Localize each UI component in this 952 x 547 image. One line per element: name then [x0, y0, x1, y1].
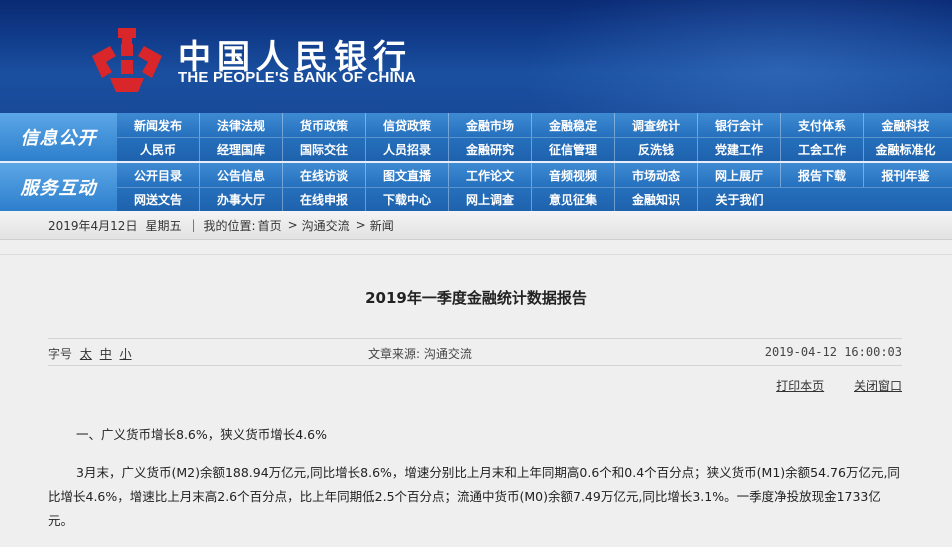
breadcrumb-separator: | [191, 218, 196, 232]
nav-item[interactable]: 公告信息 [200, 163, 283, 187]
nav-item[interactable]: 征信管理 [532, 138, 615, 161]
current-weekday: 星期五 [145, 218, 182, 233]
breadcrumb-news[interactable]: 新闻 [370, 217, 394, 234]
nav-item[interactable]: 经理国库 [200, 138, 283, 161]
nav-item[interactable]: 公开目录 [117, 163, 200, 187]
nav-item[interactable]: 金融研究 [449, 138, 532, 161]
article-tools: 打印本页 关闭窗口 [750, 377, 902, 394]
article-body: 一、广义货币增长8.6%，狭义货币增长4.6% 3月末，广义货币(M2)余额18… [48, 423, 904, 533]
nav-item[interactable]: 党建工作 [698, 138, 781, 161]
nav-item[interactable]: 报告下载 [781, 163, 864, 187]
nav-item[interactable]: 网上调查 [449, 188, 532, 211]
site-header: 中国人民银行 THE PEOPLE'S BANK OF CHINA [0, 0, 952, 113]
nav-item[interactable]: 信贷政策 [366, 113, 449, 137]
article-source: 文章来源: 沟通交流 [368, 347, 472, 361]
close-window-link[interactable]: 关闭窗口 [854, 379, 902, 393]
nav-row: 新闻发布 法律法规 货币政策 信贷政策 金融市场 金融稳定 调查统计 银行会计 … [117, 113, 952, 137]
print-page-link[interactable]: 打印本页 [776, 379, 824, 393]
nav-item[interactable]: 网上展厅 [698, 163, 781, 187]
article-content: 2019年一季度金融统计数据报告 字号 太 中 小 文章来源: 沟通交流 201… [0, 254, 952, 547]
nav-grid-service: 公开目录 公告信息 在线访谈 图文直播 工作论文 音频视频 市场动态 网上展厅 … [117, 163, 952, 211]
nav-section-label-info: 信息公开 [0, 113, 117, 161]
nav-item[interactable]: 办事大厅 [200, 188, 283, 211]
nav-item[interactable]: 人员招录 [366, 138, 449, 161]
location-label: 我的位置: [203, 218, 256, 233]
nav-grid-info: 新闻发布 法律法规 货币政策 信贷政策 金融市场 金融稳定 调查统计 银行会计 … [117, 113, 952, 161]
font-size-control: 字号 太 中 小 [48, 345, 132, 362]
nav-item[interactable]: 关于我们 [698, 188, 781, 211]
nav-item[interactable]: 金融市场 [449, 113, 532, 137]
nav-item[interactable]: 金融知识 [615, 188, 698, 211]
nav-item[interactable]: 支付体系 [781, 113, 864, 137]
breadcrumb-communication[interactable]: 沟通交流 [302, 217, 350, 234]
header-glow [520, 0, 952, 113]
nav-item[interactable]: 人民币 [117, 138, 200, 161]
nav-item[interactable]: 法律法规 [200, 113, 283, 137]
nav-item[interactable]: 在线访谈 [283, 163, 366, 187]
bank-name-en: THE PEOPLE'S BANK OF CHINA [178, 69, 416, 86]
nav-item[interactable]: 网送文告 [117, 188, 200, 211]
current-date: 2019年4月12日 [48, 218, 138, 233]
nav-section-service: 服务互动 公开目录 公告信息 在线访谈 图文直播 工作论文 音频视频 市场动态 … [0, 163, 952, 211]
nav-item[interactable]: 金融稳定 [532, 113, 615, 137]
nav-row: 公开目录 公告信息 在线访谈 图文直播 工作论文 音频视频 市场动态 网上展厅 … [117, 163, 952, 187]
nav-item[interactable]: 国际交往 [283, 138, 366, 161]
article-heading: 一、广义货币增长8.6%，狭义货币增长4.6% [76, 427, 328, 442]
main-nav: 信息公开 新闻发布 法律法规 货币政策 信贷政策 金融市场 金融稳定 调查统计 … [0, 113, 952, 211]
breadcrumb-home[interactable]: 首页 [258, 217, 282, 234]
nav-item[interactable]: 下载中心 [366, 188, 449, 211]
font-size-large[interactable]: 太 [80, 347, 92, 361]
font-size-medium[interactable]: 中 [100, 347, 112, 361]
nav-item[interactable]: 报刊年鉴 [864, 163, 947, 187]
nav-item[interactable]: 工会工作 [781, 138, 864, 161]
nav-item[interactable]: 反洗钱 [615, 138, 698, 161]
breadcrumb-arrow: > [355, 218, 366, 232]
nav-item[interactable]: 市场动态 [615, 163, 698, 187]
font-size-label: 字号 [48, 347, 73, 361]
breadcrumb: 2019年4月12日 星期五 | 我的位置: 首页 > 沟通交流 > 新闻 [0, 211, 952, 240]
nav-item[interactable]: 意见征集 [532, 188, 615, 211]
article-meta: 字号 太 中 小 文章来源: 沟通交流 2019-04-12 16:00:03 [48, 338, 902, 366]
nav-item[interactable]: 工作论文 [449, 163, 532, 187]
article-paragraph: 3月末，广义货币(M2)余额188.94万亿元,同比增长8.6%，增速分别比上月… [48, 465, 900, 528]
nav-section-info: 信息公开 新闻发布 法律法规 货币政策 信贷政策 金融市场 金融稳定 调查统计 … [0, 113, 952, 161]
nav-item[interactable]: 货币政策 [283, 113, 366, 137]
font-size-small[interactable]: 小 [120, 347, 132, 361]
breadcrumb-arrow: > [287, 218, 298, 232]
article-title: 2019年一季度金融统计数据报告 [365, 289, 587, 307]
pboc-logo-icon[interactable] [88, 26, 166, 96]
nav-row: 网送文告 办事大厅 在线申报 下载中心 网上调查 意见征集 金融知识 关于我们 [117, 187, 952, 211]
nav-item[interactable]: 金融标准化 [864, 138, 947, 161]
nav-row: 人民币 经理国库 国际交往 人员招录 金融研究 征信管理 反洗钱 党建工作 工会… [117, 137, 952, 161]
nav-item[interactable]: 调查统计 [615, 113, 698, 137]
nav-item[interactable]: 音频视频 [532, 163, 615, 187]
nav-item[interactable]: 银行会计 [698, 113, 781, 137]
nav-item[interactable]: 图文直播 [366, 163, 449, 187]
nav-item[interactable]: 金融科技 [864, 113, 947, 137]
nav-item[interactable]: 新闻发布 [117, 113, 200, 137]
nav-item[interactable]: 在线申报 [283, 188, 366, 211]
nav-section-label-service: 服务互动 [0, 163, 117, 211]
article-datetime: 2019-04-12 16:00:03 [764, 345, 902, 359]
